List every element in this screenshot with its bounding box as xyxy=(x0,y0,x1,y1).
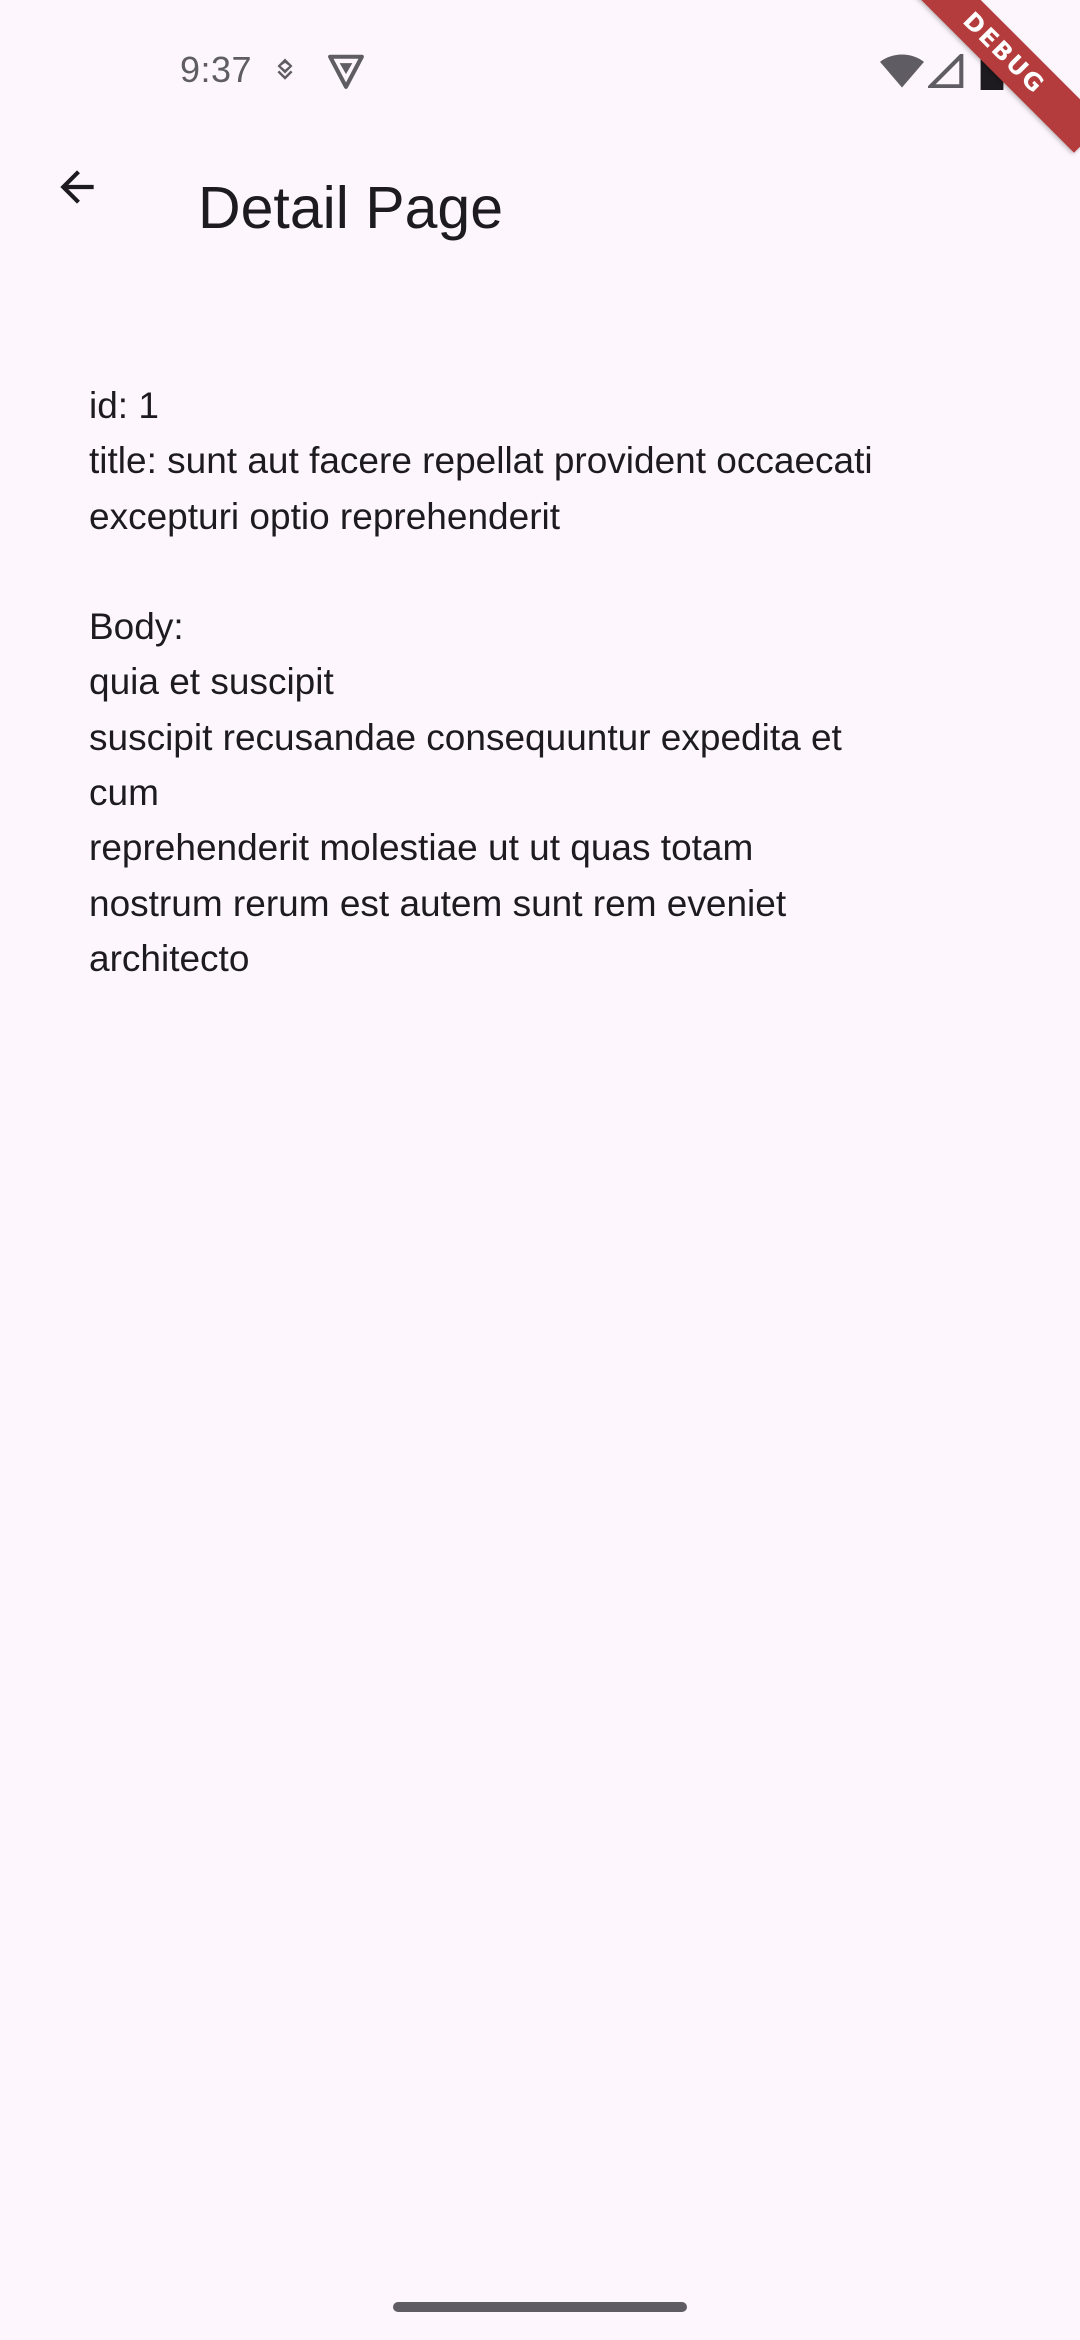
post-title-line: excepturi optio reprehenderit xyxy=(89,495,561,537)
post-body-line: suscipit recusandae consequuntur expedit… xyxy=(89,716,842,758)
post-id: id: 1 xyxy=(89,385,159,426)
post-body-line: nostrum rerum est autem sunt rem eveniet xyxy=(89,882,787,924)
post-body-line: reprehenderit molestiae ut ut quas totam xyxy=(89,827,754,869)
post-detail-text: id: 1 title: sunt aut facere repellat pr… xyxy=(89,378,989,986)
status-bar: 9:37 xyxy=(0,0,1080,140)
post-title-line: title: sunt aut facere repellat providen… xyxy=(89,440,873,482)
status-time: 9:37 xyxy=(180,49,253,90)
post-body-line: quia et suscipit xyxy=(89,661,334,703)
post-body-line: cum xyxy=(89,772,159,814)
app-bar xyxy=(0,140,1080,280)
page-title: Detail Page xyxy=(198,175,504,241)
post-body-label: Body: xyxy=(89,606,184,648)
arrow-back-icon xyxy=(60,170,94,204)
vpn-shield-icon xyxy=(328,54,364,89)
wifi-icon xyxy=(880,54,924,88)
download-notification-icon xyxy=(277,58,293,80)
back-button[interactable] xyxy=(32,142,122,232)
cell-signal-icon xyxy=(928,54,964,88)
post-body-line: architecto xyxy=(89,937,250,979)
home-indicator[interactable] xyxy=(393,2302,687,2312)
